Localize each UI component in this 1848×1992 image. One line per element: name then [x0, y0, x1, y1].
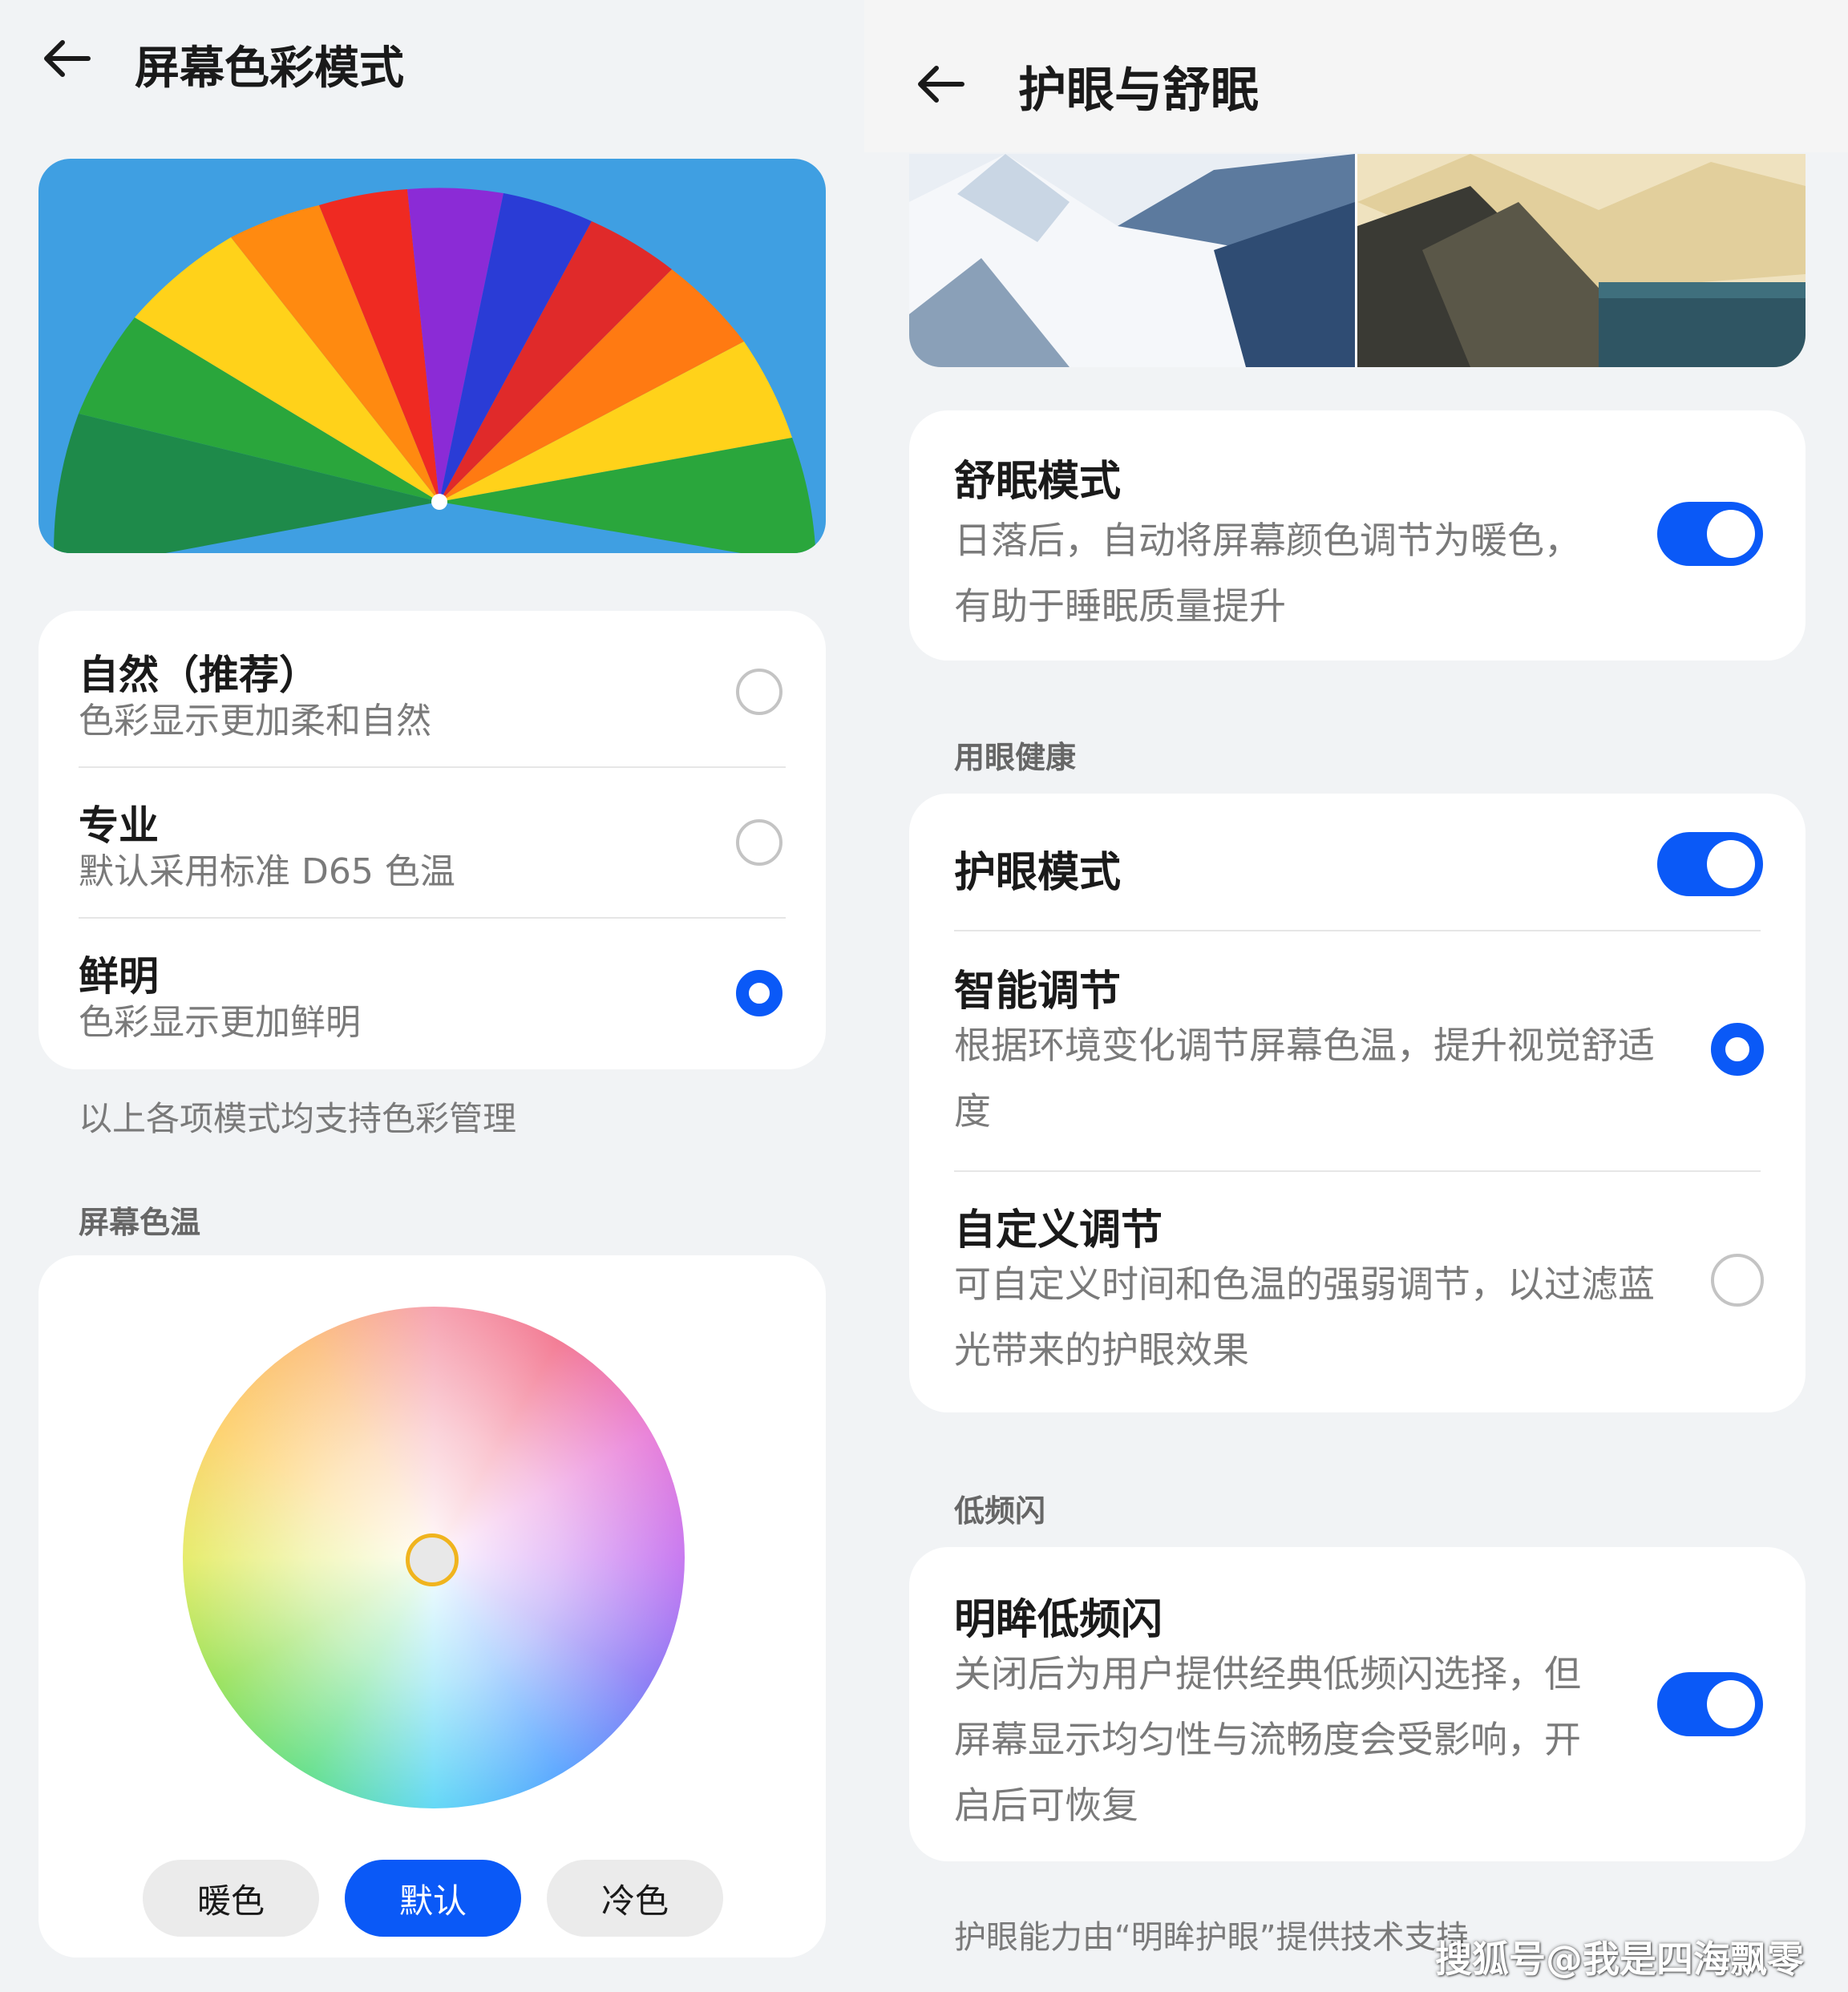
toggle-knob: [1707, 510, 1755, 558]
low-flicker-desc-line1: 关闭后为用户提供经典低频闪选择，但: [954, 1652, 1581, 1695]
page-title: 护眼与舒眠: [1018, 63, 1259, 119]
smart-adjust-label: 智能调节: [954, 968, 1122, 1016]
toggle-knob: [1707, 840, 1755, 888]
arrow-left-icon[interactable]: [916, 64, 965, 104]
eye-mode-toggle[interactable]: [1657, 832, 1763, 896]
mode-description: 色彩显示更加柔和自然: [79, 701, 431, 741]
technology-support-note: 护眼能力由“明眸护眼”提供技术支持: [954, 1919, 1469, 1956]
sleep-mode-desc-line2: 有助于睡眠质量提升: [954, 584, 1286, 628]
low-flicker-label: 明眸低频闪: [954, 1596, 1163, 1644]
smart-adjust-row[interactable]: 智能调节 根据环境变化调节屏幕色温，提升视觉舒适 度: [909, 930, 1806, 1170]
section-header-eye-health: 用眼健康: [954, 740, 1077, 775]
low-flicker-toggle[interactable]: [1657, 1672, 1763, 1736]
color-mode-screen: 屏幕色彩模式 自然（推荐） 色彩显示更加柔和自然 专业 默认采用标准 D65 色…: [0, 0, 864, 1992]
eye-mode-label: 护眼模式: [954, 849, 1122, 897]
mode-radio-natural[interactable]: [736, 669, 782, 715]
warm-button[interactable]: 暖色: [143, 1860, 319, 1937]
toggle-knob: [1707, 1680, 1755, 1728]
color-management-note: 以上各项模式均支持色彩管理: [79, 1099, 517, 1138]
mode-radio-vivid[interactable]: [736, 970, 782, 1016]
default-button[interactable]: 默认: [345, 1860, 521, 1937]
custom-adjust-desc-line2: 光带来的护眼效果: [954, 1328, 1249, 1372]
eye-comfort-screen: 护眼与舒眠 舒眠模式 日落后，自动将屏幕颜色调节为暖色， 有助于睡眠质量提升 用…: [864, 0, 1848, 1992]
watermark: 搜狐号@我是四海飘零: [1435, 1937, 1804, 1981]
eye-health-card: 护眼模式 智能调节 根据环境变化调节屏幕色温，提升视觉舒适 度 自定义调节 可自…: [909, 794, 1806, 1412]
page-title: 屏幕色彩模式: [135, 42, 404, 95]
mode-option-professional[interactable]: 专业 默认采用标准 D65 色温: [38, 766, 826, 917]
custom-adjust-row[interactable]: 自定义调节 可自定义时间和色温的强弱调节，以过滤蓝 光带来的护眼效果: [909, 1170, 1806, 1412]
low-flicker-desc-line3: 启后可恢复: [954, 1784, 1138, 1827]
parachute-preview-image: [38, 159, 826, 553]
custom-adjust-label: 自定义调节: [954, 1206, 1163, 1255]
sleep-mode-card[interactable]: 舒眠模式 日落后，自动将屏幕颜色调节为暖色， 有助于睡眠质量提升: [909, 410, 1806, 661]
mountain-preview-image: [909, 154, 1806, 367]
arrow-left-icon[interactable]: [42, 38, 91, 79]
smart-adjust-desc-line2: 度: [954, 1089, 991, 1133]
section-header-color-temperature: 屏幕色温: [79, 1205, 201, 1240]
low-flicker-desc-line2: 屏幕显示均匀性与流畅度会受影响，开: [954, 1718, 1581, 1761]
sleep-mode-desc-line1: 日落后，自动将屏幕颜色调节为暖色，: [954, 519, 1581, 562]
mode-radio-professional[interactable]: [736, 819, 782, 866]
section-header-low-flicker: 低频闪: [954, 1493, 1046, 1529]
top-bar: 屏幕色彩模式: [0, 24, 864, 96]
mode-option-natural[interactable]: 自然（推荐） 色彩显示更加柔和自然: [38, 611, 826, 763]
cool-button[interactable]: 冷色: [547, 1860, 723, 1937]
custom-adjust-radio[interactable]: [1711, 1254, 1764, 1307]
smart-adjust-desc-line1: 根据环境变化调节屏幕色温，提升视觉舒适: [954, 1024, 1655, 1067]
color-mode-card: 自然（推荐） 色彩显示更加柔和自然 专业 默认采用标准 D65 色温 鲜明 色彩…: [38, 611, 826, 1069]
mode-option-vivid[interactable]: 鲜明 色彩显示更加鲜明: [38, 917, 826, 1069]
mode-description: 色彩显示更加鲜明: [79, 1002, 361, 1043]
smart-adjust-radio[interactable]: [1711, 1023, 1764, 1076]
sleep-mode-label: 舒眠模式: [954, 458, 1122, 506]
top-bar: 护眼与舒眠: [864, 0, 1848, 152]
mode-description: 默认采用标准 D65 色温: [79, 851, 455, 892]
low-flicker-card[interactable]: 明眸低频闪 关闭后为用户提供经典低频闪选择，但 屏幕显示均匀性与流畅度会受影响，…: [909, 1547, 1806, 1861]
custom-adjust-desc-line1: 可自定义时间和色温的强弱调节，以过滤蓝: [954, 1263, 1655, 1306]
sleep-mode-toggle[interactable]: [1657, 502, 1763, 566]
color-wheel-handle[interactable]: [406, 1533, 459, 1586]
eye-mode-row[interactable]: 护眼模式: [909, 794, 1806, 930]
